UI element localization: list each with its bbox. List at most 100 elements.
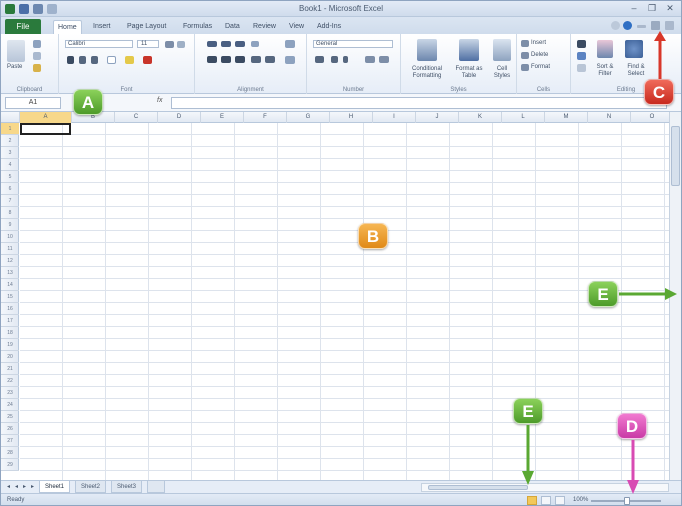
merge-center-icon[interactable] — [285, 56, 295, 64]
sort-icon[interactable] — [597, 40, 613, 58]
last-sheet-icon[interactable]: ▸ — [29, 483, 36, 491]
row-header[interactable]: 20 — [1, 351, 19, 363]
copy-icon[interactable] — [33, 52, 41, 60]
row-header[interactable]: 13 — [1, 267, 19, 279]
row-header[interactable]: 6 — [1, 183, 19, 195]
paste-button[interactable]: Paste — [7, 64, 22, 71]
column-header[interactable]: G — [287, 112, 330, 123]
number-format-box[interactable]: General — [313, 40, 393, 48]
format-as-table-icon[interactable] — [459, 39, 479, 61]
format-as-table-button[interactable]: Format as Table — [451, 66, 487, 80]
first-sheet-icon[interactable]: ◂ — [5, 483, 12, 491]
row-header[interactable]: 9 — [1, 219, 19, 231]
tab-insert[interactable]: Insert — [89, 20, 115, 34]
tab-view[interactable]: View — [285, 20, 308, 34]
row-header[interactable]: 3 — [1, 147, 19, 159]
increase-decimal-icon[interactable] — [365, 56, 375, 63]
tab-file[interactable]: File — [5, 19, 41, 34]
restore-icon[interactable]: ❐ — [645, 3, 659, 14]
italic-icon[interactable] — [79, 56, 86, 64]
minimize-ribbon-icon[interactable] — [611, 21, 620, 30]
cell-styles-button[interactable]: Cell Styles — [489, 66, 515, 80]
row-header[interactable]: 25 — [1, 411, 19, 423]
shrink-font-icon[interactable] — [177, 41, 185, 48]
cut-icon[interactable] — [33, 40, 41, 48]
column-header[interactable]: A — [20, 112, 72, 123]
format-painter-icon[interactable] — [33, 64, 41, 72]
row-header[interactable]: 17 — [1, 315, 19, 327]
row-header[interactable]: 28 — [1, 447, 19, 459]
align-top-icon[interactable] — [207, 41, 217, 47]
conditional-formatting-button[interactable]: Conditional Formatting — [401, 66, 453, 80]
name-box[interactable]: A1 — [5, 97, 61, 109]
row-header[interactable]: 15 — [1, 291, 19, 303]
fill-color-icon[interactable] — [125, 56, 134, 64]
sheet-tab-2[interactable]: Sheet2 — [75, 481, 107, 493]
cell-styles-icon[interactable] — [493, 39, 511, 61]
column-header[interactable]: D — [158, 112, 201, 123]
row-header[interactable]: 24 — [1, 399, 19, 411]
increase-indent-icon[interactable] — [265, 56, 275, 63]
decrease-indent-icon[interactable] — [251, 56, 261, 63]
fill-icon[interactable] — [577, 52, 586, 60]
currency-icon[interactable] — [315, 56, 324, 63]
tab-addins[interactable]: Add-Ins — [313, 20, 345, 34]
close-icon[interactable]: ✕ — [663, 3, 677, 14]
wrap-text-icon[interactable] — [285, 40, 295, 48]
font-color-icon[interactable] — [143, 56, 152, 64]
next-sheet-icon[interactable]: ▸ — [21, 483, 28, 491]
row-header[interactable]: 12 — [1, 255, 19, 267]
active-cell[interactable] — [20, 123, 71, 135]
row-header[interactable]: 29 — [1, 459, 19, 471]
align-center-icon[interactable] — [221, 56, 231, 63]
grow-font-icon[interactable] — [165, 41, 174, 48]
sum-icon[interactable] — [577, 40, 586, 48]
align-left-icon[interactable] — [207, 56, 217, 63]
percent-icon[interactable] — [331, 56, 338, 63]
clear-icon[interactable] — [577, 64, 586, 72]
row-header[interactable]: 18 — [1, 327, 19, 339]
column-header[interactable]: C — [115, 112, 158, 123]
column-header[interactable]: I — [373, 112, 416, 123]
row-header[interactable]: 14 — [1, 279, 19, 291]
decrease-decimal-icon[interactable] — [379, 56, 389, 63]
formula-input[interactable] — [171, 97, 667, 109]
align-middle-icon[interactable] — [221, 41, 231, 47]
worksheet-grid[interactable]: ABCDEFGHIJKLMNO 1 2 3 4 5 6 7 8 9 10 11 12 13 14 15 16 1… — [1, 112, 669, 480]
row-header[interactable]: 2 — [1, 135, 19, 147]
underline-icon[interactable] — [91, 56, 98, 64]
insert-function-button[interactable]: fx — [157, 97, 162, 104]
tab-formulas[interactable]: Formulas — [179, 20, 216, 34]
row-header[interactable]: 22 — [1, 375, 19, 387]
find-icon[interactable] — [625, 40, 643, 58]
font-name-box[interactable]: Calibri — [65, 40, 133, 48]
row-header[interactable]: 1 — [1, 123, 19, 135]
zoom-slider-knob[interactable] — [624, 497, 630, 505]
tab-review[interactable]: Review — [249, 20, 280, 34]
delete-cells-button[interactable]: Delete — [531, 52, 548, 59]
row-header[interactable]: 7 — [1, 195, 19, 207]
delete-cells-icon[interactable] — [521, 52, 529, 59]
font-size-box[interactable]: 11 — [137, 40, 159, 48]
row-header[interactable]: 26 — [1, 423, 19, 435]
row-header[interactable]: 27 — [1, 435, 19, 447]
insert-cells-button[interactable]: Insert — [531, 40, 546, 47]
comma-icon[interactable] — [343, 56, 348, 63]
bold-icon[interactable] — [67, 56, 74, 64]
new-sheet-icon[interactable] — [147, 481, 165, 493]
select-all-corner[interactable] — [1, 112, 20, 123]
column-header[interactable]: F — [244, 112, 287, 123]
insert-cells-icon[interactable] — [521, 40, 529, 47]
vertical-scroll-thumb[interactable] — [671, 126, 680, 186]
column-header[interactable]: K — [459, 112, 502, 123]
page-break-view-icon[interactable] — [555, 496, 565, 505]
column-header[interactable]: M — [545, 112, 588, 123]
tab-data[interactable]: Data — [221, 20, 244, 34]
horizontal-scroll-thumb[interactable] — [428, 485, 528, 490]
find-select-button[interactable]: Find & Select — [621, 64, 651, 78]
row-header[interactable]: 5 — [1, 171, 19, 183]
normal-view-icon[interactable] — [527, 496, 537, 505]
paste-icon[interactable] — [7, 40, 25, 62]
row-header[interactable]: 10 — [1, 231, 19, 243]
column-header[interactable]: E — [201, 112, 244, 123]
